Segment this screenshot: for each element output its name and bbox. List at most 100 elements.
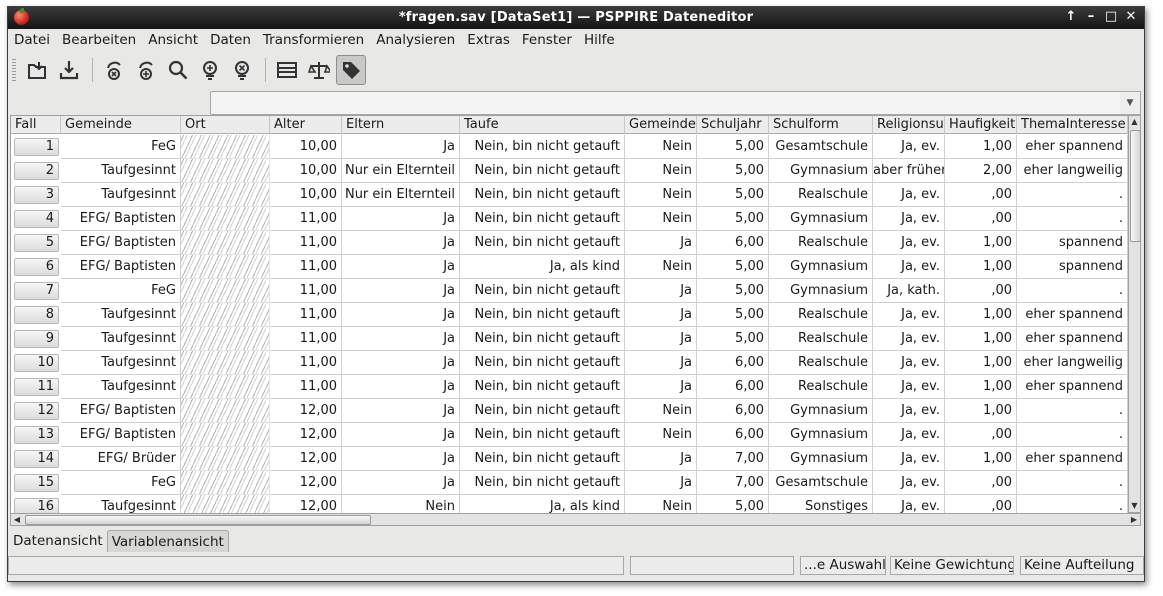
data-cell[interactable]: Ja, ev. <box>873 423 945 447</box>
data-cell[interactable]: Nein, bin nicht getauft <box>460 447 625 471</box>
redacted-cell[interactable] <box>181 495 270 514</box>
data-cell[interactable]: Nein, bin nicht getauft <box>460 231 625 255</box>
menu-daten[interactable]: Daten <box>204 29 257 51</box>
close-button[interactable]: ✕ <box>1124 9 1138 25</box>
redacted-cell[interactable] <box>181 303 270 327</box>
column-header[interactable]: Haufigkeit <box>945 116 1017 134</box>
data-cell[interactable]: Ja <box>342 207 460 231</box>
data-cell[interactable]: Gesamtschule <box>769 135 873 159</box>
row-number[interactable]: 15 <box>14 474 59 492</box>
data-cell[interactable]: eher spannend <box>1017 135 1128 159</box>
column-header[interactable]: Taufe <box>460 116 625 134</box>
menu-hilfe[interactable]: Hilfe <box>578 29 621 51</box>
menu-bearbeiten[interactable]: Bearbeiten <box>56 29 142 51</box>
data-cell[interactable]: Ja <box>342 327 460 351</box>
column-header[interactable]: ThemaInteresse <box>1017 116 1128 134</box>
scroll-left-icon[interactable]: ◀ <box>11 514 23 525</box>
data-cell[interactable]: . <box>1017 399 1128 423</box>
data-cell[interactable]: . <box>1017 423 1128 447</box>
find-icon[interactable] <box>163 55 193 85</box>
row-number[interactable]: 2 <box>14 162 59 180</box>
data-cell[interactable]: 1,00 <box>945 447 1017 471</box>
data-cell[interactable]: 2,00 <box>945 159 1017 183</box>
data-cell[interactable]: eher spannend <box>1017 327 1128 351</box>
data-cell[interactable]: 6,00 <box>697 375 769 399</box>
data-cell[interactable]: 11,00 <box>270 255 342 279</box>
data-cell[interactable]: Nein <box>625 255 697 279</box>
data-cell[interactable]: 1,00 <box>945 231 1017 255</box>
data-cell[interactable]: EFG/ Baptisten <box>61 231 181 255</box>
row-number[interactable]: 10 <box>14 354 59 372</box>
data-cell[interactable]: Ja <box>342 471 460 495</box>
data-cell[interactable]: Nein, bin nicht getauft <box>460 207 625 231</box>
data-cell[interactable]: Ja <box>342 231 460 255</box>
data-cell[interactable]: Nur ein Elternteil <box>342 159 460 183</box>
scroll-thumb[interactable] <box>1130 130 1141 242</box>
data-cell[interactable]: 10,00 <box>270 135 342 159</box>
data-cell[interactable]: 6,00 <box>697 351 769 375</box>
data-cell[interactable]: Ja <box>342 135 460 159</box>
column-header[interactable]: Schulform <box>769 116 873 134</box>
tab-variablenansicht[interactable]: Variablenansicht <box>106 530 229 552</box>
row-number[interactable]: 12 <box>14 402 59 420</box>
split-file-icon[interactable] <box>272 55 302 85</box>
data-cell[interactable]: Ja <box>342 255 460 279</box>
menu-analysieren[interactable]: Analysieren <box>370 29 461 51</box>
data-cell[interactable]: . <box>1017 207 1128 231</box>
redacted-cell[interactable] <box>181 327 270 351</box>
menu-fenster[interactable]: Fenster <box>516 29 578 51</box>
data-cell[interactable]: Nein <box>625 495 697 514</box>
maximize-button[interactable]: □ <box>1104 9 1118 25</box>
data-cell[interactable]: Ja, kath. <box>873 279 945 303</box>
data-cell[interactable]: 10,00 <box>270 159 342 183</box>
data-cell[interactable]: Taufgesinnt <box>61 375 181 399</box>
data-cell[interactable]: Ja, ev. <box>873 447 945 471</box>
data-cell[interactable]: 11,00 <box>270 375 342 399</box>
data-cell[interactable]: Ja, ev. <box>873 351 945 375</box>
row-number[interactable]: 11 <box>14 378 59 396</box>
data-cell[interactable]: 1,00 <box>945 327 1017 351</box>
data-cell[interactable]: Gymnasium <box>769 279 873 303</box>
data-cell[interactable]: Nein <box>625 399 697 423</box>
data-cell[interactable]: Realschule <box>769 351 873 375</box>
column-header[interactable]: Alter <box>270 116 342 134</box>
data-cell[interactable]: 1,00 <box>945 351 1017 375</box>
data-cell[interactable]: eher langweilig <box>1017 159 1128 183</box>
data-cell[interactable]: Ja, ev. <box>873 207 945 231</box>
data-cell[interactable]: . <box>1017 183 1128 207</box>
data-cell[interactable]: 11,00 <box>270 279 342 303</box>
data-cell[interactable]: 6,00 <box>697 231 769 255</box>
data-cell[interactable]: Ja, ev. <box>873 135 945 159</box>
data-cell[interactable]: Ja <box>625 327 697 351</box>
data-cell[interactable]: EFG/ Baptisten <box>61 207 181 231</box>
value-labels-icon[interactable] <box>336 55 366 85</box>
data-cell[interactable]: 1,00 <box>945 399 1017 423</box>
data-cell[interactable]: Ja <box>625 351 697 375</box>
data-cell[interactable]: Gymnasium <box>769 159 873 183</box>
data-cell[interactable]: Ja, ev. <box>873 327 945 351</box>
data-cell[interactable]: Nein, bin nicht getauft <box>460 303 625 327</box>
data-cell[interactable]: Ja, ev. <box>873 471 945 495</box>
data-cell[interactable]: Nein, bin nicht getauft <box>460 471 625 495</box>
tab-datenansicht[interactable]: Datenansicht <box>8 530 107 552</box>
data-cell[interactable]: Ja <box>342 399 460 423</box>
data-cell[interactable]: Realschule <box>769 183 873 207</box>
data-cell[interactable]: Realschule <box>769 375 873 399</box>
data-cell[interactable]: 6,00 <box>697 423 769 447</box>
data-cell[interactable]: 1,00 <box>945 303 1017 327</box>
scroll-down-icon[interactable]: ▼ <box>1129 500 1140 512</box>
data-cell[interactable]: Sonstiges <box>769 495 873 514</box>
data-cell[interactable]: Nein, bin nicht getauft <box>460 399 625 423</box>
data-cell[interactable]: FeG <box>61 135 181 159</box>
data-cell[interactable]: Nein <box>625 207 697 231</box>
toolbar-grip[interactable] <box>12 59 16 81</box>
vertical-scrollbar[interactable]: ▲ ▼ <box>1128 115 1141 513</box>
data-cell[interactable]: Realschule <box>769 303 873 327</box>
column-header[interactable]: Ort <box>181 116 270 134</box>
data-cell[interactable]: Taufgesinnt <box>61 303 181 327</box>
data-cell[interactable]: Taufgesinnt <box>61 183 181 207</box>
data-cell[interactable]: Ja, ev. <box>873 303 945 327</box>
redacted-cell[interactable] <box>181 159 270 183</box>
redacted-cell[interactable] <box>181 447 270 471</box>
data-cell[interactable]: Taufgesinnt <box>61 495 181 514</box>
